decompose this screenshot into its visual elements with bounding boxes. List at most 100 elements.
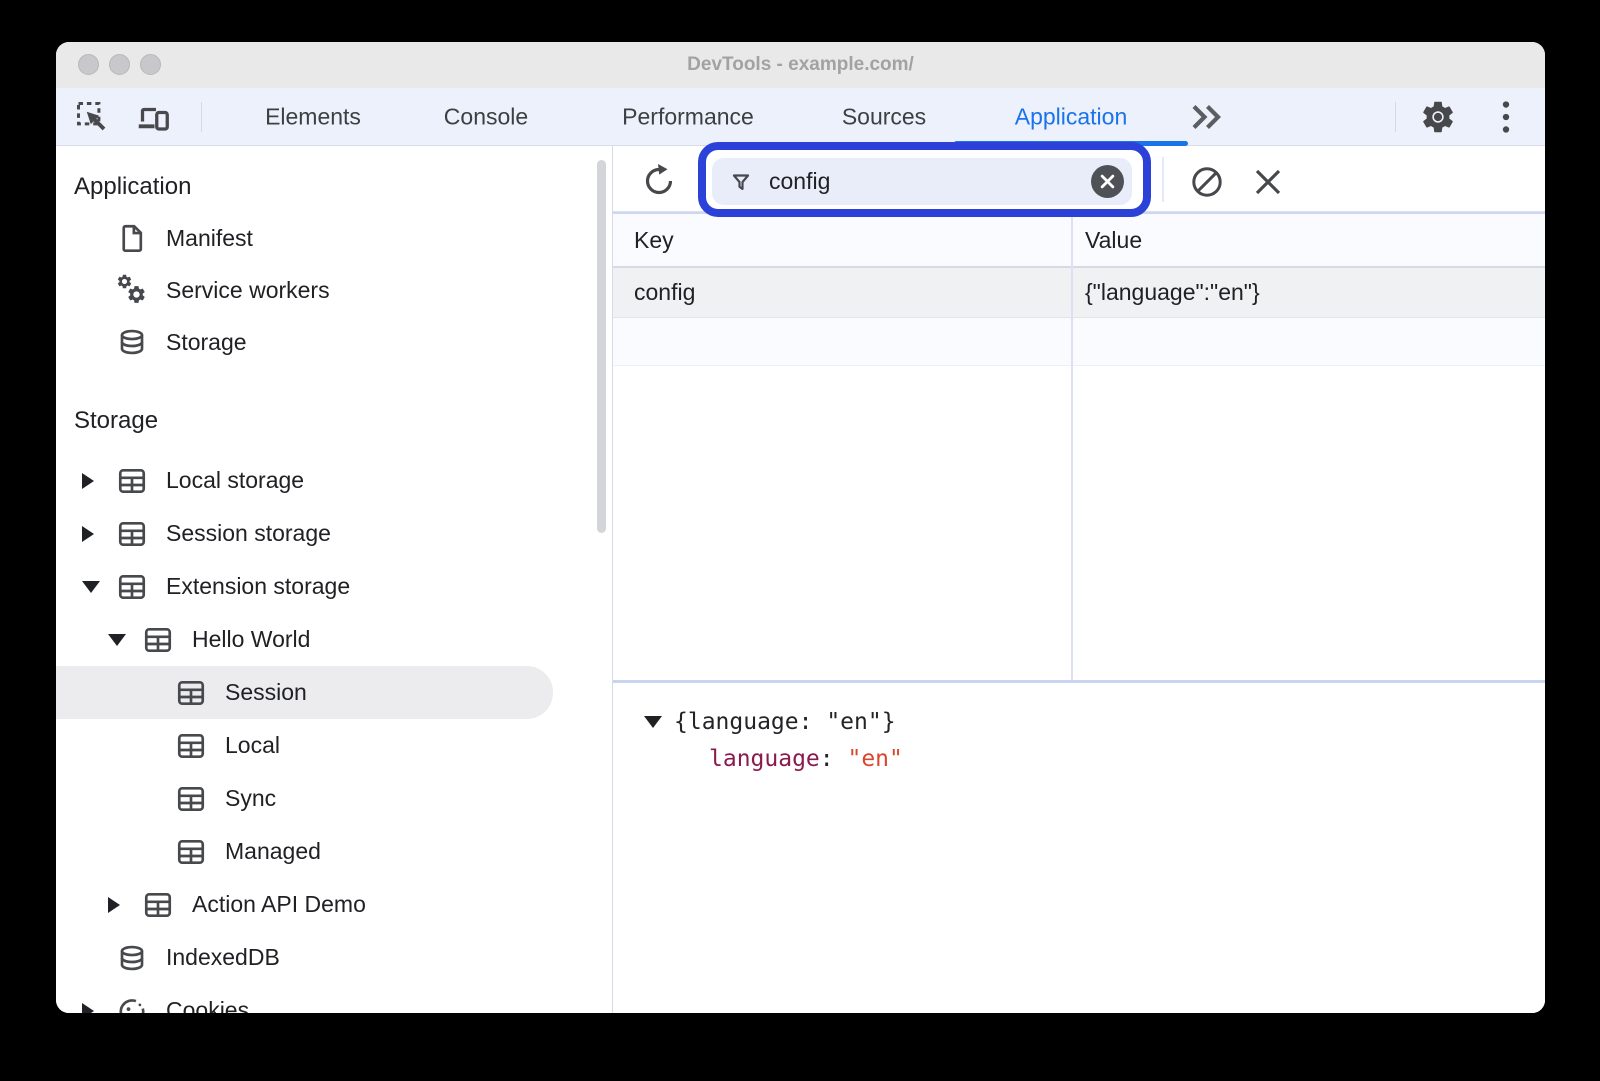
filter-box [712, 158, 1132, 205]
property-name: language [709, 746, 820, 772]
delete-selected-icon [1253, 167, 1283, 197]
property-separator: : [820, 746, 848, 772]
object-summary: {language: "en"} [674, 709, 896, 735]
inspect-element-button[interactable] [73, 98, 111, 136]
tab-performance[interactable]: Performance [622, 103, 754, 130]
storage-toolbar [613, 146, 1545, 212]
table-icon [174, 782, 208, 816]
sidebar-item-storage[interactable]: Storage [56, 316, 612, 368]
sidebar-item-service-workers[interactable]: Service workers [56, 264, 612, 316]
database-icon [115, 941, 149, 975]
value-preview-pane: {language: "en"} language: "en" [613, 683, 1545, 1013]
more-tabs-button[interactable] [1186, 100, 1226, 134]
toolbar-divider [201, 102, 202, 132]
table-row-config[interactable]: config {"language":"en"} [613, 268, 1545, 318]
toolbar-divider [1162, 157, 1164, 202]
inspect-cursor-icon [74, 99, 110, 135]
expand-arrow-collapsed[interactable] [82, 1003, 102, 1014]
tab-sources[interactable]: Sources [842, 103, 926, 130]
clear-filter-button[interactable] [1091, 165, 1124, 198]
sidebar-item-label: Session storage [166, 520, 331, 547]
sidebar-item-action-api-demo[interactable]: Action API Demo [56, 878, 612, 931]
sidebar-item-indexeddb[interactable]: IndexedDB [56, 931, 612, 984]
sidebar-item-managed[interactable]: Managed [56, 825, 612, 878]
traffic-lights [78, 54, 161, 75]
column-resize-divider[interactable] [1071, 214, 1073, 680]
clear-all-button[interactable] [1189, 164, 1225, 200]
sidebar-item-local[interactable]: Local [56, 719, 612, 772]
property-value: "en" [847, 746, 902, 772]
expand-arrow-expanded[interactable] [108, 634, 128, 646]
toolbar-divider [1395, 102, 1396, 132]
expand-arrow-expanded[interactable] [82, 581, 102, 593]
device-toolbar-icon [134, 99, 172, 135]
section-title-storage: Storage [74, 404, 612, 438]
tab-elements[interactable]: Elements [265, 103, 361, 130]
table-icon [115, 570, 149, 604]
sidebar-item-label: Extension storage [166, 573, 350, 600]
sidebar-item-label: Manifest [166, 225, 253, 252]
table-icon [115, 517, 149, 551]
sidebar-item-label: Service workers [166, 277, 330, 304]
cell-value: {"language":"en"} [1071, 279, 1545, 306]
customize-devtools-button[interactable] [1492, 97, 1520, 137]
table-header-row: Key Value [613, 214, 1545, 268]
service-workers-icon [115, 273, 149, 307]
object-preview-root: {language: "en"} [644, 709, 1545, 735]
column-header-value[interactable]: Value [1071, 214, 1545, 266]
sidebar-item-label: Cookies [166, 997, 249, 1013]
tab-application[interactable]: Application [1015, 103, 1128, 130]
filter-funnel-icon [728, 169, 754, 195]
devtools-window: DevTools - example.com/ Elements Console… [56, 42, 1545, 1013]
expand-arrow-collapsed[interactable] [82, 473, 102, 489]
application-section-items: Manifest Service workers Storag [56, 212, 612, 368]
three-dot-menu-icon [1501, 100, 1511, 134]
tab-console[interactable]: Console [444, 103, 528, 130]
table-icon [115, 464, 149, 498]
refresh-button[interactable] [641, 163, 677, 199]
delete-selected-button[interactable] [1252, 166, 1284, 198]
expand-arrow-collapsed[interactable] [108, 897, 128, 913]
section-title-application: Application [74, 170, 612, 204]
sidebar-scrollbar[interactable] [597, 160, 606, 533]
sidebar-item-session-selected[interactable]: Session [56, 666, 553, 719]
storage-section-items: Local storage Session storage Extension … [56, 454, 612, 1013]
sidebar-item-extension-storage[interactable]: Extension storage [56, 560, 612, 613]
storage-icon [115, 325, 149, 359]
sidebar-item-label: Action API Demo [192, 891, 366, 918]
minimize-window-button[interactable] [109, 54, 130, 75]
sidebar-item-label: IndexedDB [166, 944, 280, 971]
sidebar-item-label: Hello World [192, 626, 310, 653]
sidebar-item-label: Local [225, 732, 280, 759]
expand-arrow-collapsed[interactable] [82, 526, 102, 542]
clear-filter-icon [1100, 174, 1115, 189]
sidebar-item-manifest[interactable]: Manifest [56, 212, 612, 264]
sidebar-item-label: Storage [166, 329, 247, 356]
sidebar-item-label: Managed [225, 838, 321, 865]
storage-view: Key Value config {"language":"en"} {lang… [613, 146, 1545, 1013]
manifest-icon [115, 221, 149, 255]
cell-key: config [613, 279, 1071, 306]
expand-arrow-expanded[interactable] [644, 716, 662, 728]
table-row-empty[interactable] [613, 318, 1545, 366]
filter-input[interactable] [767, 167, 1091, 196]
application-panel: Application Manifest [56, 146, 1545, 1013]
maximize-window-button[interactable] [140, 54, 161, 75]
settings-button[interactable] [1418, 97, 1458, 137]
sidebar-item-cookies[interactable]: Cookies [56, 984, 612, 1013]
gear-icon [1419, 98, 1457, 136]
toggle-device-toolbar-button[interactable] [133, 98, 173, 136]
close-window-button[interactable] [78, 54, 99, 75]
window-title: DevTools - example.com/ [687, 54, 914, 76]
table-icon [141, 888, 175, 922]
clear-all-icon [1189, 164, 1225, 200]
sidebar-item-local-storage[interactable]: Local storage [56, 454, 612, 507]
column-header-key[interactable]: Key [613, 214, 1071, 266]
table-icon [174, 729, 208, 763]
sidebar-item-session-storage[interactable]: Session storage [56, 507, 612, 560]
sidebar-item-label: Local storage [166, 467, 304, 494]
sidebar-item-sync[interactable]: Sync [56, 772, 612, 825]
refresh-icon [641, 163, 677, 199]
sidebar-item-hello-world[interactable]: Hello World [56, 613, 612, 666]
storage-items-table: Key Value config {"language":"en"} [613, 212, 1545, 680]
